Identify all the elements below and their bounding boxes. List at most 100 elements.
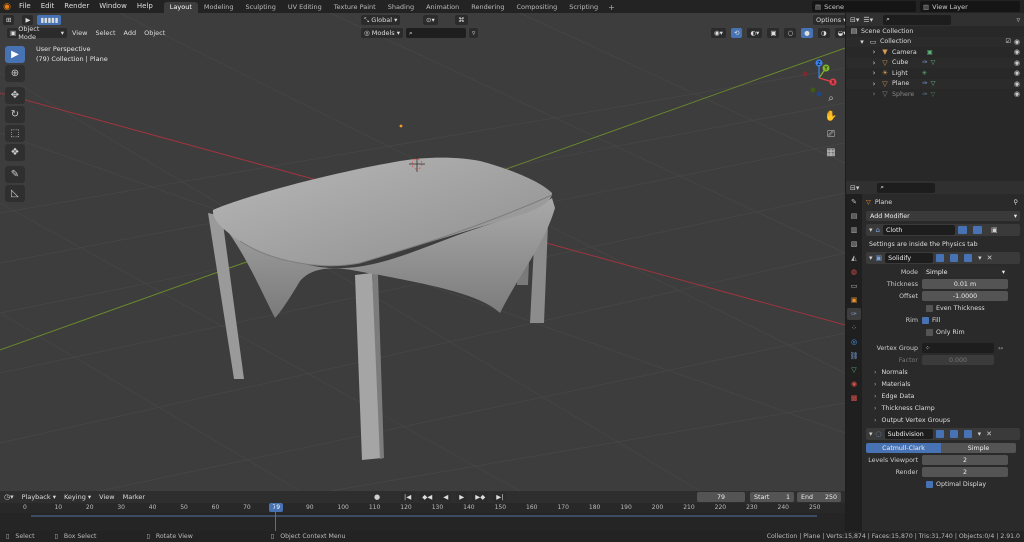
snap-toggle[interactable]: ⌘ [455, 15, 468, 25]
play-reverse-button[interactable]: ◀ [440, 492, 452, 502]
edge-data-subpanel[interactable]: Edge Data [866, 390, 1020, 402]
add-modifier-button[interactable]: Add Modifier ▾ [866, 211, 1020, 221]
filter-toggle[interactable]: ▿ [469, 28, 479, 38]
menu-timeline-view[interactable]: View [95, 493, 118, 501]
outliner-display-icon[interactable]: ☰▾ [863, 16, 873, 24]
solidify-modifier-header[interactable]: ▾ ▣ Solidify ▾ ✕ [866, 252, 1020, 264]
menu-render[interactable]: Render [59, 0, 94, 13]
render-levels-field[interactable]: 2 [922, 467, 1008, 477]
visibility-dropdown[interactable]: ◉▾ [711, 28, 726, 38]
outliner-item-light[interactable]: › ☀ Light ✳ ◉ [846, 68, 1024, 79]
only-rim-checkbox[interactable] [926, 328, 933, 336]
outliner-item-camera[interactable]: › ▼ Camera ▣ ◉ [846, 47, 1024, 58]
cloth-name-field[interactable]: Cloth [882, 225, 955, 235]
gizmo-toggle[interactable]: ⟲ [730, 28, 743, 38]
models-filter-dropdown[interactable]: ◎ Models ▾ [361, 28, 403, 38]
tab-compositing[interactable]: Compositing [510, 2, 563, 13]
catmull-clark-button[interactable]: Catmull-Clark [866, 443, 941, 453]
3d-viewport[interactable]: ⊞ ▶ ▮▮▮▮▮ ⤡ Global ▾ ⊙▾ ⌘ Options ▾ ▣ Ob… [0, 13, 845, 491]
chevron-down-icon[interactable]: ▾ [978, 254, 982, 262]
normals-subpanel[interactable]: Normals [866, 366, 1020, 378]
zoom-control[interactable]: ⌕ [823, 91, 839, 105]
rotate-tool[interactable]: ↻ [5, 106, 25, 123]
outliner-scene-collection[interactable]: ▤ Scene Collection [846, 26, 1024, 37]
constraints-tab[interactable]: ⛓ [847, 350, 861, 362]
fill-checkbox[interactable] [922, 316, 929, 324]
shading-material[interactable]: ◑ [817, 28, 830, 38]
start-frame-field[interactable]: Start 1 [750, 492, 794, 502]
select-box-tool[interactable]: ▶ [5, 46, 25, 63]
pin-icon[interactable]: ⚲ [1013, 199, 1018, 206]
pan-control[interactable]: ✋ [823, 109, 839, 123]
menu-help[interactable]: Help [132, 0, 158, 13]
next-key-button[interactable]: ▶◆ [472, 492, 489, 502]
tab-texture-paint[interactable]: Texture Paint [328, 2, 382, 13]
eye-icon[interactable]: ◉ [1014, 59, 1020, 67]
menu-view[interactable]: View [68, 29, 91, 37]
view-layer-selector[interactable]: ▥ View Layer [920, 1, 1020, 12]
tab-uv-editing[interactable]: UV Editing [282, 2, 328, 13]
optimal-display-row[interactable]: Optimal Display [866, 478, 1020, 490]
only-rim-row[interactable]: Only Rim [866, 326, 1020, 338]
tab-scripting[interactable]: Scripting [563, 2, 604, 13]
material-tab[interactable]: ◉ [847, 378, 861, 390]
menu-object[interactable]: Object [140, 29, 169, 37]
current-frame-field[interactable]: 79 [697, 492, 745, 502]
invert-icon[interactable]: ↔ [998, 345, 1003, 352]
properties-search-input[interactable]: ⌕ [877, 182, 936, 193]
xray-toggle[interactable]: ▣ [767, 28, 780, 38]
outliner-collection[interactable]: ▾ ▭ Collection ☑ ◉ [846, 36, 1024, 47]
output-vertex-groups-subpanel[interactable]: Output Vertex Groups [866, 414, 1020, 426]
options-dropdown[interactable]: Options ▾ [813, 15, 845, 25]
object-tab[interactable]: ▣ [847, 294, 861, 306]
scene-tab[interactable]: ◭ [847, 252, 861, 264]
levels-viewport-field[interactable]: 2 [922, 455, 1008, 465]
annotate-tool[interactable]: ✎ [5, 166, 25, 183]
jump-end-button[interactable]: ▶| [493, 492, 507, 502]
physics-tab[interactable]: ◎ [847, 336, 861, 348]
vertex-group-field[interactable]: ⁘ [922, 343, 994, 353]
menu-edit[interactable]: Edit [36, 0, 60, 13]
menu-playback[interactable]: Playback ▾ [18, 493, 60, 501]
camera-view-control[interactable]: ⎚ [823, 127, 839, 141]
transform-orientation-dropdown[interactable]: ⤡ Global ▾ [361, 15, 401, 25]
solidify-name-field[interactable]: Solidify [885, 253, 934, 263]
simple-button[interactable]: Simple [941, 443, 1016, 453]
viewport-search-input[interactable]: ⌕ [406, 28, 466, 38]
render-tab[interactable]: ▤ [847, 210, 861, 222]
even-thickness-checkbox[interactable] [926, 304, 933, 312]
view-layer-tab[interactable]: ▧ [847, 238, 861, 250]
pivot-dropdown[interactable]: ⊙▾ [423, 15, 438, 25]
ortho-toggle[interactable]: ▦ [823, 145, 839, 159]
eye-icon[interactable]: ◉ [1014, 48, 1020, 56]
cloth-viewport-toggle[interactable] [957, 226, 967, 234]
editor-type-button[interactable]: ⊞ [3, 15, 15, 25]
solidify-edit-toggle[interactable] [936, 254, 945, 262]
subdivision-render-toggle[interactable] [963, 430, 972, 438]
tab-sculpting[interactable]: Sculpting [239, 2, 281, 13]
eye-icon[interactable]: ◉ [1014, 69, 1020, 77]
optimal-display-checkbox[interactable] [926, 480, 933, 488]
tab-shading[interactable]: Shading [382, 2, 420, 13]
blender-logo-icon[interactable]: ◉ [0, 0, 14, 13]
jump-start-button[interactable]: |◀ [401, 492, 415, 502]
shading-wireframe[interactable]: ○ [784, 28, 797, 38]
cloth-render-toggle[interactable] [972, 226, 982, 234]
cursor-tool[interactable]: ⊕ [5, 65, 25, 82]
menu-marker[interactable]: Marker [119, 493, 149, 501]
close-icon[interactable]: ✕ [987, 254, 993, 262]
tab-modeling[interactable]: Modeling [198, 2, 240, 13]
tab-layout[interactable]: Layout [163, 2, 198, 13]
mode-dropdown[interactable]: Simple ▾ [922, 267, 1008, 277]
scale-tool[interactable]: ⬚ [5, 125, 25, 142]
mode-dropdown[interactable]: ▣ Object Mode ▾ [7, 25, 67, 41]
eye-icon[interactable]: ◉ [1014, 38, 1020, 46]
thickness-field[interactable]: 0.01 m [922, 279, 1008, 289]
outliner-editor-icon[interactable]: ⊟▾ [850, 16, 859, 24]
thickness-clamp-subpanel[interactable]: Thickness Clamp [866, 402, 1020, 414]
frame-ruler[interactable]: 0102030405060708090100110120130140150160… [0, 503, 845, 513]
eye-icon[interactable]: ◉ [1014, 80, 1020, 88]
output-tab[interactable]: ▥ [847, 224, 861, 236]
select-mode-set[interactable]: ▮▮▮▮▮ [37, 15, 62, 25]
filter-icon[interactable]: ▿ [1016, 16, 1020, 24]
